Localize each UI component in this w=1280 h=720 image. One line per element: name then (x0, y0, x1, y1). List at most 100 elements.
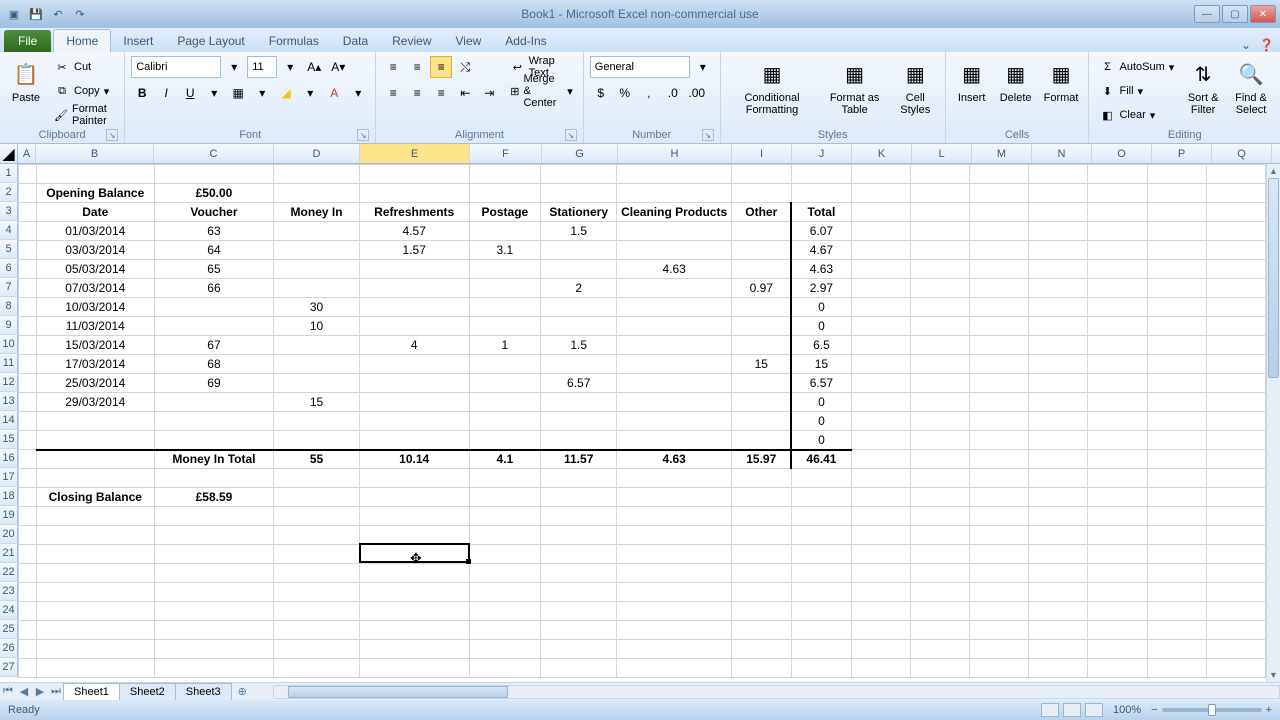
cell-N4[interactable] (1029, 222, 1088, 241)
cell-G23[interactable] (541, 583, 617, 602)
cell-K25[interactable] (851, 621, 910, 640)
cell-O27[interactable] (1088, 659, 1147, 678)
font-name-input[interactable] (131, 56, 221, 78)
copy-button[interactable]: ⧉Copy ▾ (50, 80, 118, 102)
cell-B15[interactable] (36, 431, 154, 450)
cell-C25[interactable] (154, 621, 274, 640)
cell-H22[interactable] (617, 564, 732, 583)
cell-P4[interactable] (1147, 222, 1206, 241)
cell-G25[interactable] (541, 621, 617, 640)
zoom-in-icon[interactable]: + (1266, 704, 1272, 716)
cell-H17[interactable] (617, 469, 732, 488)
cell-L5[interactable] (910, 241, 969, 260)
decrease-decimal-icon[interactable]: .00 (686, 82, 708, 104)
normal-view-icon[interactable] (1041, 703, 1059, 717)
cell-G16[interactable]: 11.57 (541, 450, 617, 469)
column-header-P[interactable]: P (1152, 144, 1212, 163)
cell-A6[interactable] (19, 260, 37, 279)
cell-P15[interactable] (1147, 431, 1206, 450)
cell-F13[interactable] (469, 393, 541, 412)
cell-C4[interactable]: 63 (154, 222, 274, 241)
cell-A5[interactable] (19, 241, 37, 260)
cell-C24[interactable] (154, 602, 274, 621)
cell-G27[interactable] (541, 659, 617, 678)
merge-center-button[interactable]: ⊞Merge & Center ▾ (506, 80, 577, 102)
cell-D13[interactable]: 15 (274, 393, 360, 412)
cell-P2[interactable] (1147, 184, 1206, 203)
cell-E9[interactable] (359, 317, 469, 336)
cell-Q5[interactable] (1206, 241, 1265, 260)
cell-B24[interactable] (36, 602, 154, 621)
cell-E6[interactable] (359, 260, 469, 279)
cell-I4[interactable] (732, 222, 792, 241)
cell-O7[interactable] (1088, 279, 1147, 298)
cell-J4[interactable]: 6.07 (791, 222, 851, 241)
cell-J15[interactable]: 0 (791, 431, 851, 450)
cell-A23[interactable] (19, 583, 37, 602)
cell-B1[interactable] (36, 165, 154, 184)
cell-J26[interactable] (791, 640, 851, 659)
cell-K7[interactable] (851, 279, 910, 298)
row-header-17[interactable]: 17 (0, 468, 18, 487)
cell-J5[interactable]: 4.67 (791, 241, 851, 260)
align-middle-icon[interactable]: ≡ (406, 56, 428, 78)
column-header-N[interactable]: N (1032, 144, 1092, 163)
minimize-ribbon-icon[interactable]: ⌄ (1241, 38, 1251, 52)
cell-N26[interactable] (1029, 640, 1088, 659)
cell-J9[interactable]: 0 (791, 317, 851, 336)
cell-M10[interactable] (969, 336, 1028, 355)
scroll-thumb[interactable] (288, 686, 508, 698)
row-header-26[interactable]: 26 (0, 639, 18, 658)
column-header-O[interactable]: O (1092, 144, 1152, 163)
chevron-down-icon[interactable]: ▾ (347, 82, 369, 104)
cell-C19[interactable] (154, 507, 274, 526)
cell-M25[interactable] (969, 621, 1028, 640)
cell-M19[interactable] (969, 507, 1028, 526)
cell-M20[interactable] (969, 526, 1028, 545)
cell-I10[interactable] (732, 336, 792, 355)
cell-Q12[interactable] (1206, 374, 1265, 393)
chevron-down-icon[interactable]: ▾ (251, 82, 273, 104)
cell-H24[interactable] (617, 602, 732, 621)
row-header-4[interactable]: 4 (0, 221, 18, 240)
cell-H13[interactable] (617, 393, 732, 412)
cell-B11[interactable]: 17/03/2014 (36, 355, 154, 374)
cell-B2[interactable]: Opening Balance (36, 184, 154, 203)
cell-Q26[interactable] (1206, 640, 1265, 659)
cell-C18[interactable]: £58.59 (154, 488, 274, 507)
cell-A15[interactable] (19, 431, 37, 450)
cell-N6[interactable] (1029, 260, 1088, 279)
row-header-2[interactable]: 2 (0, 183, 18, 202)
cell-A3[interactable] (19, 203, 37, 222)
cell-P6[interactable] (1147, 260, 1206, 279)
cell-F27[interactable] (469, 659, 541, 678)
cell-F26[interactable] (469, 640, 541, 659)
cell-I12[interactable] (732, 374, 792, 393)
font-dialog-icon[interactable]: ↘ (357, 129, 369, 141)
cell-N17[interactable] (1029, 469, 1088, 488)
cell-I19[interactable] (732, 507, 792, 526)
cell-H21[interactable] (617, 545, 732, 564)
cell-P22[interactable] (1147, 564, 1206, 583)
cell-B22[interactable] (36, 564, 154, 583)
cell-D20[interactable] (274, 526, 360, 545)
cell-J14[interactable]: 0 (791, 412, 851, 431)
cell-P26[interactable] (1147, 640, 1206, 659)
review-tab[interactable]: Review (380, 30, 443, 52)
cell-I23[interactable] (732, 583, 792, 602)
cell-G7[interactable]: 2 (541, 279, 617, 298)
cell-N25[interactable] (1029, 621, 1088, 640)
cell-E22[interactable] (359, 564, 469, 583)
cell-C14[interactable] (154, 412, 274, 431)
cell-H12[interactable] (617, 374, 732, 393)
cell-K8[interactable] (851, 298, 910, 317)
cell-O18[interactable] (1088, 488, 1147, 507)
cell-K2[interactable] (851, 184, 910, 203)
cell-E17[interactable] (359, 469, 469, 488)
horizontal-scrollbar[interactable] (273, 685, 1280, 699)
cell-J22[interactable] (791, 564, 851, 583)
cell-L15[interactable] (910, 431, 969, 450)
font-size-input[interactable] (247, 56, 277, 78)
file-tab[interactable]: File (4, 30, 51, 52)
cell-P24[interactable] (1147, 602, 1206, 621)
